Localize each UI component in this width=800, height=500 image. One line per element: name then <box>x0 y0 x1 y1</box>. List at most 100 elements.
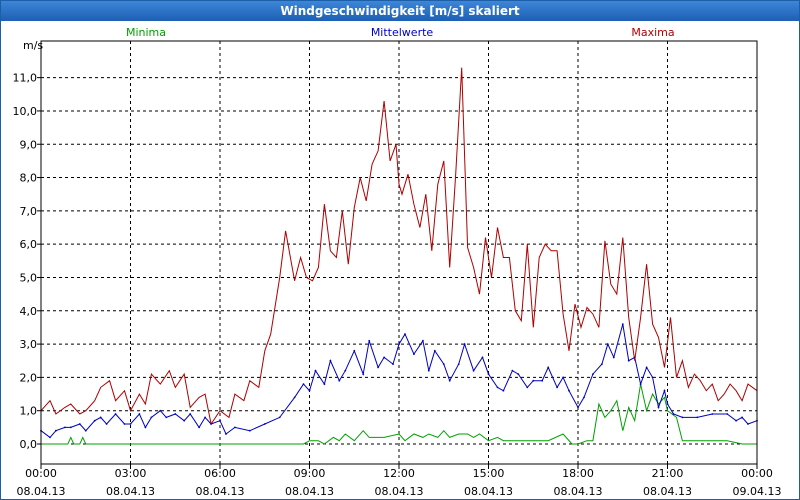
data-point <box>293 396 296 399</box>
x-tick-date: 08.04.13 <box>464 485 513 498</box>
data-point <box>606 343 609 345</box>
data-point <box>517 373 520 375</box>
data-point <box>747 423 749 425</box>
data-point <box>726 413 729 415</box>
data-point <box>314 369 317 372</box>
data-point <box>138 413 141 415</box>
data-point <box>248 429 251 432</box>
data-point <box>55 429 57 432</box>
data-point <box>353 349 356 352</box>
legend-item-minima: Minima <box>126 26 166 39</box>
data-point <box>323 383 326 385</box>
data-point <box>49 436 51 439</box>
data-point <box>69 426 72 429</box>
y-tick-label: 6,0 <box>20 238 38 251</box>
legend-item-mittelwerte: Mittelwerte <box>371 26 434 39</box>
data-point <box>105 423 108 425</box>
y-tick-label: 11,0 <box>13 72 38 85</box>
data-point <box>362 373 365 375</box>
data-point <box>502 389 505 392</box>
x-tick-date: 09.04.13 <box>733 485 782 498</box>
y-tick-label: 5,0 <box>20 271 38 284</box>
data-point <box>633 356 636 359</box>
data-point <box>741 416 743 419</box>
window-title: Windgeschwindigkeit [m/s] skaliert <box>1 1 799 21</box>
x-tick-date: 08.04.13 <box>106 485 155 498</box>
data-point <box>601 363 603 365</box>
data-point <box>210 423 213 425</box>
data-point <box>657 406 660 409</box>
x-tick-time: 12:00 <box>383 467 415 480</box>
data-point <box>487 373 490 375</box>
data-point <box>472 369 475 372</box>
data-point <box>541 379 544 382</box>
data-point <box>398 343 400 345</box>
y-tick-label: 1,0 <box>20 405 38 418</box>
data-point <box>427 369 430 372</box>
data-point <box>562 376 564 379</box>
data-point <box>511 369 514 372</box>
x-tick-time: 21:00 <box>652 467 684 480</box>
data-point <box>302 383 305 385</box>
data-point <box>666 403 669 405</box>
data-point <box>165 416 168 419</box>
y-tick-label: 3,0 <box>20 338 38 351</box>
x-tick-date: 08.04.13 <box>375 485 424 498</box>
y-tick-label: 9,0 <box>20 138 38 151</box>
x-tick-time: 03:00 <box>115 467 147 480</box>
data-point <box>696 416 699 419</box>
data-point <box>672 413 675 415</box>
data-point <box>198 426 201 429</box>
data-point <box>383 356 385 359</box>
wind-speed-chart: 0,0 1,0 2,0 3,0 4,0 5,0 6,0 7,0 8,0 9,0 10,0 11,0 0… <box>13 26 782 498</box>
data-point <box>627 359 630 362</box>
data-point <box>442 363 445 365</box>
data-point <box>481 356 484 359</box>
x-tick-date: 08.04.13 <box>643 485 692 498</box>
data-point <box>639 383 642 385</box>
data-point <box>711 413 714 415</box>
data-point <box>463 343 466 345</box>
data-point <box>612 356 615 359</box>
data-point <box>144 426 147 429</box>
data-point <box>526 386 529 389</box>
y-tick-label: 2,0 <box>20 371 38 384</box>
data-point <box>174 413 177 415</box>
data-point <box>344 369 347 372</box>
data-point <box>663 389 666 392</box>
data-point <box>84 429 87 432</box>
data-point <box>329 359 332 362</box>
x-tick-date: 08.04.13 <box>285 485 334 498</box>
y-tick-label: 7,0 <box>20 205 38 218</box>
data-point <box>568 389 570 392</box>
data-point <box>422 339 424 342</box>
data-point <box>263 423 266 425</box>
data-point <box>592 373 594 375</box>
data-point <box>308 389 311 392</box>
x-tick-time: 00:00 <box>741 467 773 480</box>
data-point <box>278 416 281 419</box>
data-point <box>681 416 684 419</box>
data-point <box>368 339 371 342</box>
data-point <box>583 396 585 399</box>
data-point <box>204 416 207 419</box>
data-point <box>183 419 186 422</box>
y-tick-label: 8,0 <box>20 172 38 185</box>
data-point <box>645 366 648 369</box>
x-tick-date: 08.04.13 <box>554 485 603 498</box>
y-tick-label: 10,0 <box>13 105 38 118</box>
legend-item-maxima: Maxima <box>631 26 674 39</box>
x-tick-date: 08.04.13 <box>17 485 66 498</box>
data-point <box>99 416 102 419</box>
data-point <box>150 416 153 419</box>
data-point <box>433 349 436 352</box>
data-point <box>114 413 117 415</box>
y-tick-label: 4,0 <box>20 305 38 318</box>
data-point <box>577 406 579 409</box>
data-point <box>735 419 737 422</box>
data-point <box>556 386 558 389</box>
x-tick-time: 15:00 <box>473 467 505 480</box>
x-tick-time: 06:00 <box>204 467 236 480</box>
data-point <box>547 366 550 369</box>
data-point <box>64 426 66 429</box>
